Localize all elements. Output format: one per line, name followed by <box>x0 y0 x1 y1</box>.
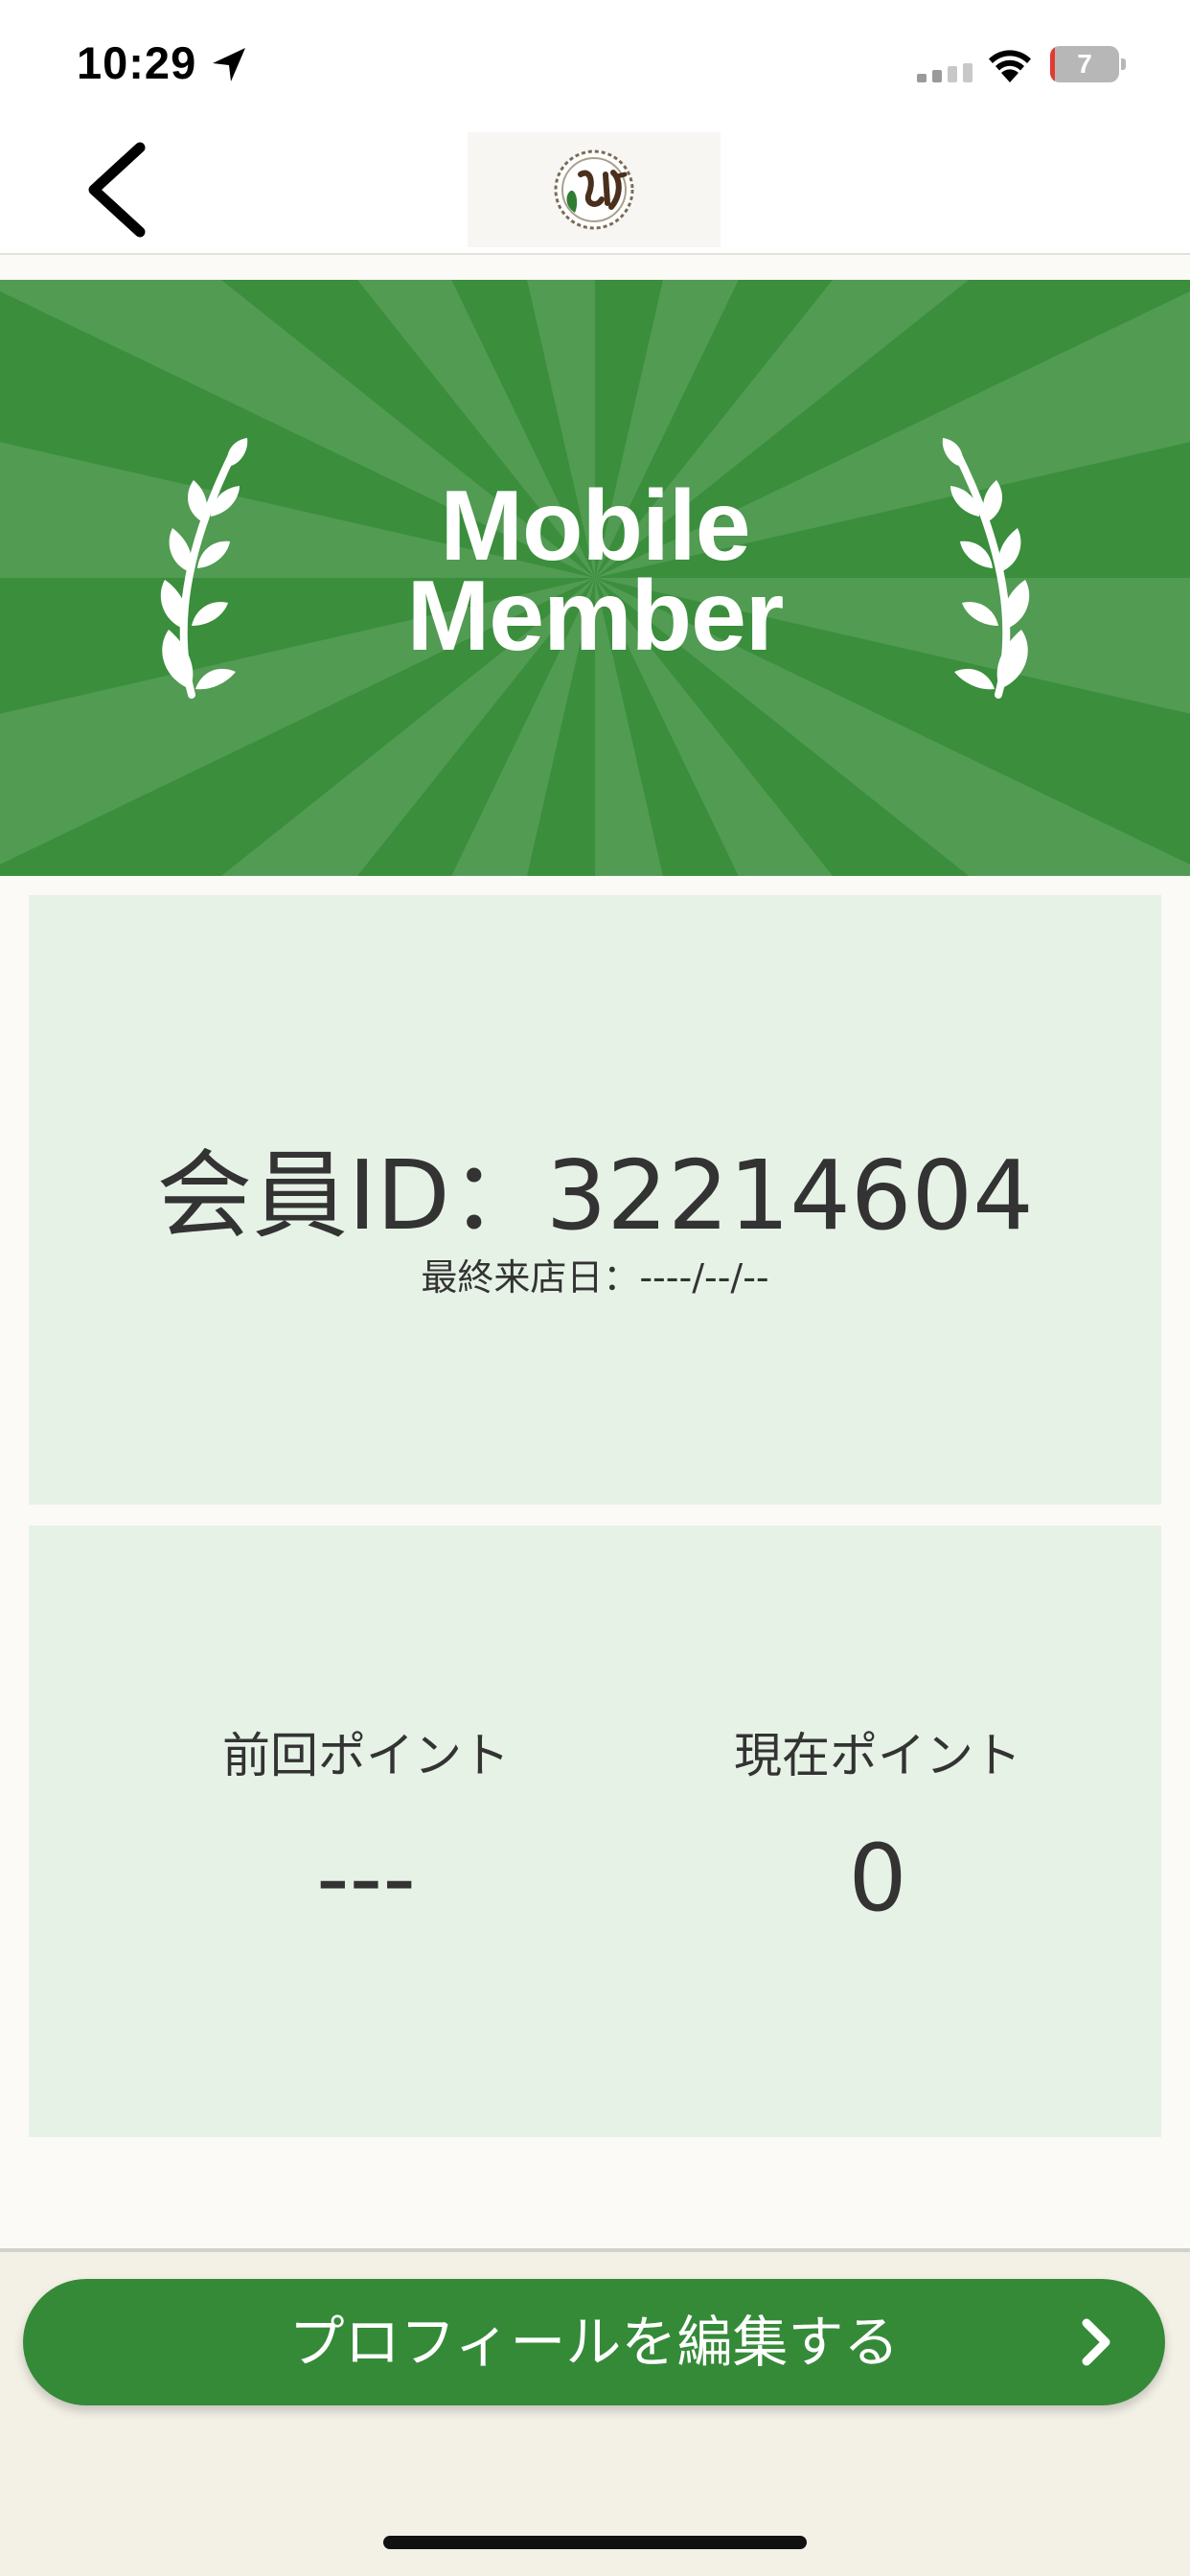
edit-profile-label: プロフィールを編集する <box>288 2310 900 2375</box>
previous-points: 前回ポイント --- <box>174 1717 558 1932</box>
status-time: 10:29 <box>77 37 197 88</box>
laurel-branch-icon <box>942 438 1030 699</box>
wifi-icon <box>989 50 1031 82</box>
member-id-card: 会員ID：32214604 最終来店日：----/--/-- <box>29 895 1161 1505</box>
member-id: 会員ID：32214604 <box>156 1139 1034 1252</box>
previous-points-value: --- <box>316 1825 416 1932</box>
battery-level-text: 7 <box>1077 49 1092 79</box>
nav-bar <box>0 128 1190 255</box>
last-visit-date: 最終来店日：----/--/-- <box>421 1256 769 1299</box>
edit-profile-button[interactable]: プロフィールを編集する <box>23 2279 1165 2405</box>
location-arrow-icon <box>213 48 245 81</box>
chevron-right-icon <box>1082 2318 1110 2366</box>
current-points-value: 0 <box>848 1825 907 1932</box>
cellular-signal-icon <box>917 63 973 82</box>
previous-points-label: 前回ポイント <box>222 1728 510 1783</box>
current-points-label: 現在ポイント <box>734 1728 1021 1783</box>
back-button[interactable] <box>67 136 172 243</box>
current-points: 現在ポイント 0 <box>686 1717 1069 1932</box>
store-logo <box>468 132 721 247</box>
status-bar: 10:29 7 <box>0 0 1190 128</box>
chevron-left-icon <box>88 142 146 238</box>
home-indicator <box>383 2536 807 2549</box>
mobile-member-banner: Mobile Member <box>0 280 1190 876</box>
points-card: 前回ポイント --- 現在ポイント 0 <box>29 1526 1161 2137</box>
battery-indicator: 7 <box>1050 46 1127 82</box>
